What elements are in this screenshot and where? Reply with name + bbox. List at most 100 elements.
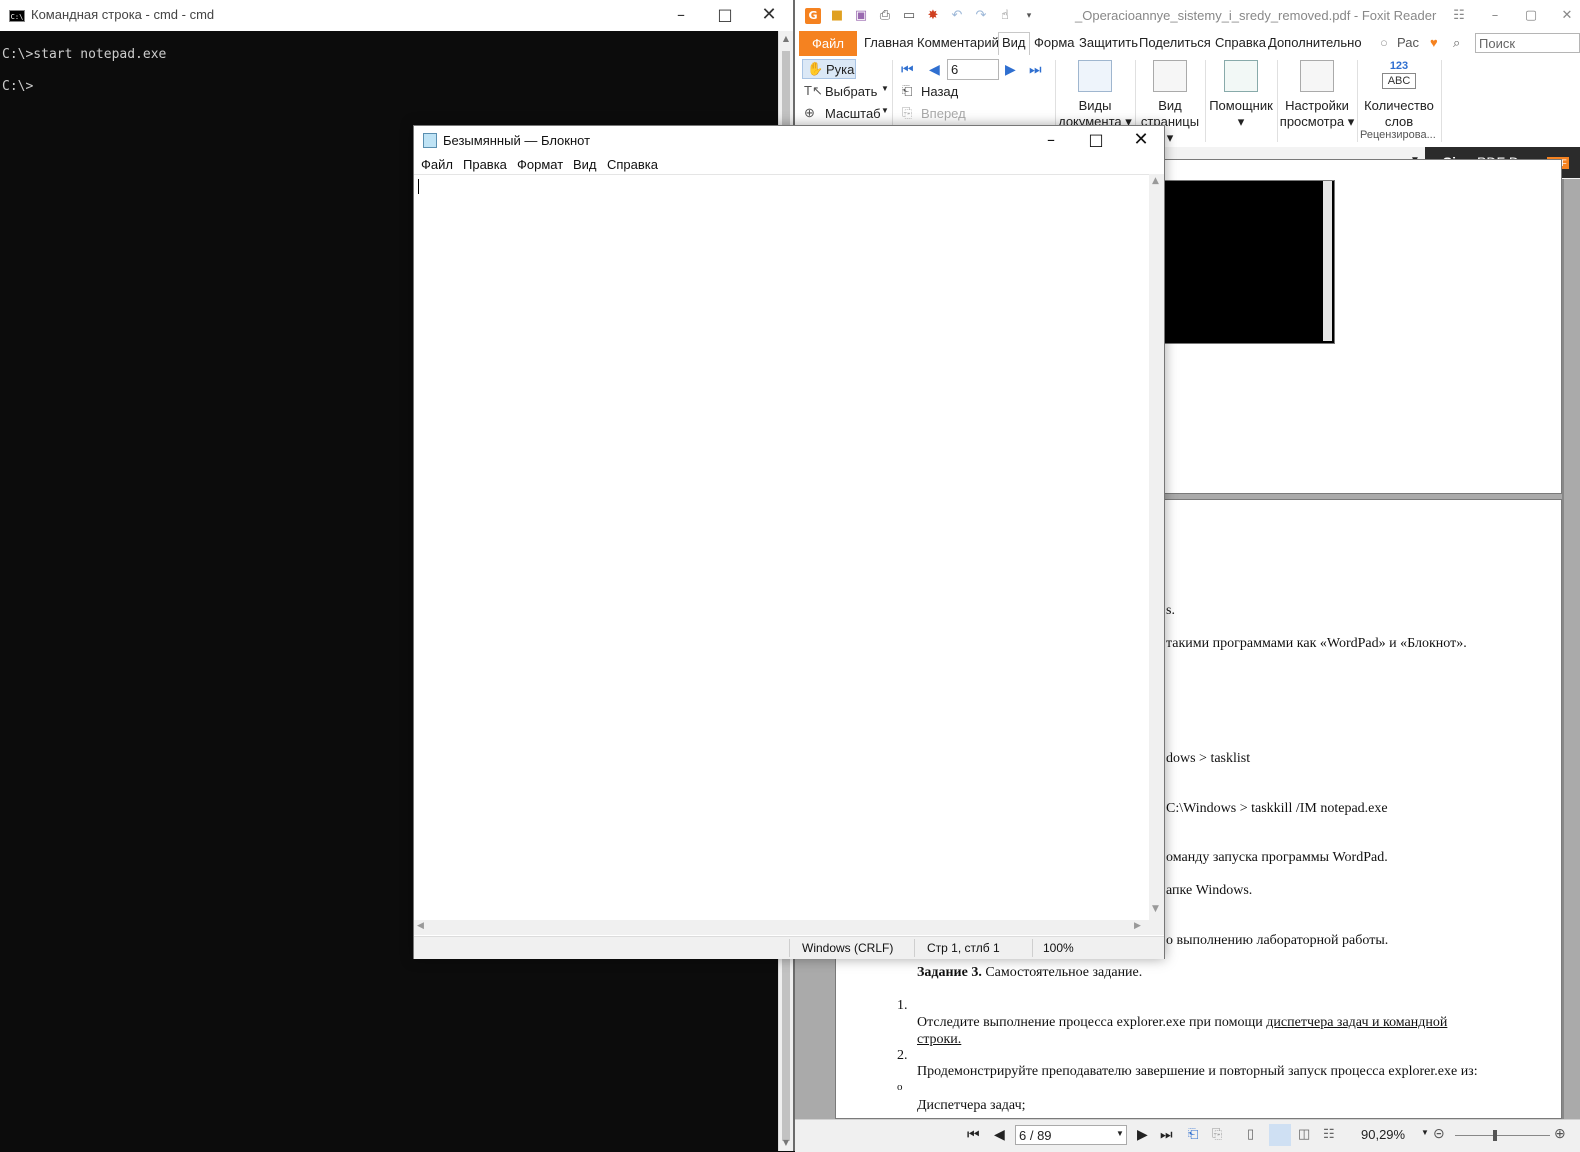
scrollbar-corner xyxy=(1149,920,1164,935)
tab-comment[interactable]: Комментарий xyxy=(917,35,999,50)
cmd-line-2: C:\> xyxy=(2,79,34,94)
first-page-icon[interactable]: ⏮ xyxy=(967,1126,980,1143)
prev-page-icon[interactable]: ◀ xyxy=(929,61,940,78)
page-number-input[interactable]: 6 xyxy=(947,59,999,80)
undo-icon[interactable]: ↶ xyxy=(949,8,965,24)
maximize-icon[interactable]: □ xyxy=(1073,125,1119,155)
tab-form[interactable]: Форма xyxy=(1034,35,1075,50)
minimize-icon[interactable]: – xyxy=(658,0,704,30)
scan-icon[interactable]: ▭ xyxy=(901,8,917,24)
close-icon[interactable]: ✕ xyxy=(1559,8,1575,24)
zoom-in-icon[interactable]: ⊕ xyxy=(1554,1125,1566,1142)
facing-page-icon[interactable]: ◫ xyxy=(1298,1126,1310,1142)
zoom-out-icon[interactable]: ⊝ xyxy=(1433,1125,1445,1142)
doc-views-button[interactable]: Виды документа ▾ xyxy=(1057,60,1133,130)
tab-help[interactable]: Справка xyxy=(1215,35,1266,50)
scroll-left-icon[interactable]: ◀ xyxy=(417,921,424,931)
menu-file[interactable]: Файл xyxy=(421,157,453,172)
next-page-icon[interactable]: ▶ xyxy=(1005,61,1016,78)
notepad-window: Безымянный — Блокнот – □ ✕ Файл Правка Ф… xyxy=(413,125,1165,959)
search-input[interactable]: Поиск xyxy=(1475,33,1580,53)
status-separator xyxy=(789,939,790,957)
layout-icon[interactable]: ☷ xyxy=(1451,8,1467,24)
view-settings-button[interactable]: Настройки просмотра ▾ xyxy=(1279,60,1355,130)
find-icon[interactable]: ⌕ xyxy=(1453,35,1460,51)
notepad-vertical-scrollbar[interactable]: ▲ ▼ xyxy=(1149,174,1164,920)
save-icon[interactable]: ▣ xyxy=(853,8,869,24)
new-doc-icon[interactable]: ✸ xyxy=(925,8,941,24)
print-icon[interactable]: ⎙ xyxy=(877,8,893,24)
review-group-label: Рецензирова... xyxy=(1360,129,1436,141)
prev-page-icon[interactable]: ◀ xyxy=(994,1126,1005,1143)
tell-me-field[interactable]: Рас xyxy=(1397,35,1419,50)
tab-share[interactable]: Поделиться xyxy=(1139,35,1211,50)
continuous-page-icon[interactable] xyxy=(1269,1124,1291,1146)
tab-view[interactable]: Вид xyxy=(998,32,1030,55)
minimize-icon[interactable]: – xyxy=(1487,8,1503,24)
close-icon[interactable]: ✕ xyxy=(1118,125,1164,155)
zoom-level[interactable]: 90,29% xyxy=(1361,1127,1405,1142)
zoom-slider[interactable] xyxy=(1455,1130,1550,1141)
page-line-7: о выполнению лабораторной работы. xyxy=(1166,933,1389,948)
notepad-app-icon xyxy=(423,133,437,148)
scroll-up-icon[interactable]: ▲ xyxy=(1152,176,1159,186)
page-line-4: C:\Windows > taskkill /IM notepad.exe xyxy=(1166,801,1388,816)
back-button[interactable]: ⎗ Назад xyxy=(902,83,982,103)
word-count-button[interactable]: 123 ABC Количество слов xyxy=(1359,60,1439,130)
chevron-down-icon: ▼ xyxy=(881,84,889,93)
prev-view-icon[interactable]: ⎗ xyxy=(1188,1126,1198,1142)
forward-button[interactable]: ⎘ Вперед xyxy=(902,105,982,125)
ribbon-separator xyxy=(1357,60,1358,142)
menu-edit[interactable]: Правка xyxy=(463,157,507,172)
select-button[interactable]: T↖ Выбрать ▼ xyxy=(804,83,889,103)
zoom-slider-thumb[interactable] xyxy=(1493,1130,1497,1141)
scroll-right-icon[interactable]: ▶ xyxy=(1134,921,1141,931)
close-icon[interactable]: ✕ xyxy=(746,0,792,30)
scroll-up-icon[interactable]: ▲ xyxy=(779,31,793,47)
open-folder-icon[interactable]: ■ xyxy=(829,8,845,24)
page-line-2: такими программами как «WordPad» и «Блок… xyxy=(1166,636,1467,651)
page-edge xyxy=(1562,179,1564,499)
last-page-icon[interactable]: ⏭ xyxy=(1029,61,1042,78)
maximize-icon[interactable]: □ xyxy=(702,0,748,30)
restore-icon[interactable]: ▢ xyxy=(1523,8,1539,24)
cmd-titlebar[interactable]: C:\ Командная строка - cmd - cmd – □ ✕ xyxy=(0,0,793,32)
zoom-button[interactable]: ⊕ Масштаб ▼ xyxy=(804,105,889,125)
customize-toolbar-icon[interactable]: ▾ xyxy=(1021,8,1037,24)
zoom-status: 100% xyxy=(1043,941,1074,955)
notepad-text-area[interactable] xyxy=(414,174,1149,921)
list-item-1-link-cont[interactable]: строки. xyxy=(917,1032,961,1048)
single-page-icon[interactable]: ▯ xyxy=(1247,1126,1254,1142)
minimize-icon[interactable]: – xyxy=(1028,125,1074,155)
first-page-icon[interactable]: ⏮ xyxy=(901,61,914,78)
magnifier-icon xyxy=(1224,60,1258,92)
tab-protect[interactable]: Защитить xyxy=(1079,35,1138,50)
status-separator xyxy=(914,939,915,957)
list-item-1-link[interactable]: диспетчера задач и командной xyxy=(1266,1015,1447,1030)
lightbulb-icon[interactable]: ○ xyxy=(1380,35,1388,50)
scroll-down-icon[interactable]: ▼ xyxy=(1152,904,1159,914)
foxit-titlebar[interactable]: G ■ ▣ ⎙ ▭ ✸ ↶ ↷ ☝ ▾ _Operacioannye_siste… xyxy=(795,0,1580,31)
chevron-down-icon[interactable]: ▼ xyxy=(1421,1128,1429,1137)
continuous-facing-icon[interactable]: ☷ xyxy=(1323,1126,1335,1142)
scroll-down-icon[interactable]: ▼ xyxy=(779,1135,793,1151)
menu-format[interactable]: Формат xyxy=(517,157,563,172)
line-ending-status: Windows (CRLF) xyxy=(802,941,894,955)
next-page-icon[interactable]: ▶ xyxy=(1137,1126,1148,1143)
page-indicator-dropdown[interactable]: 6 / 89 ▼ xyxy=(1015,1125,1127,1145)
assistant-button[interactable]: Помощник ▾ xyxy=(1207,60,1275,130)
menu-help[interactable]: Справка xyxy=(607,157,658,172)
tab-extra[interactable]: Дополнительно xyxy=(1268,35,1362,50)
hand-tool-icon[interactable]: ☝ xyxy=(997,8,1013,24)
heart-icon[interactable]: ♥ xyxy=(1430,35,1438,50)
last-page-icon[interactable]: ⏭ xyxy=(1160,1126,1173,1143)
notepad-titlebar[interactable]: Безымянный — Блокнот – □ ✕ xyxy=(414,126,1164,155)
next-view-icon[interactable]: ⎘ xyxy=(1212,1126,1222,1142)
hand-button[interactable]: ✋ Рука xyxy=(802,59,856,79)
tab-home[interactable]: Главная xyxy=(864,35,913,50)
notepad-horizontal-scrollbar[interactable]: ◀ ▶ xyxy=(414,920,1149,935)
menu-view[interactable]: Вид xyxy=(573,157,597,172)
ribbon-separator xyxy=(1205,60,1206,142)
tab-file[interactable]: Файл xyxy=(799,31,857,56)
redo-icon[interactable]: ↷ xyxy=(973,8,989,24)
